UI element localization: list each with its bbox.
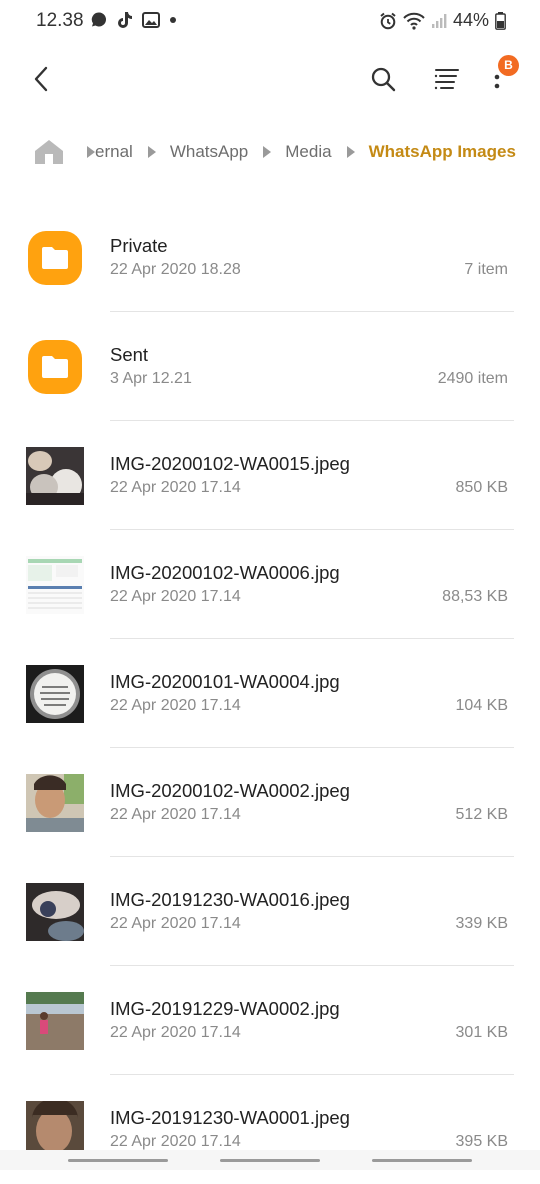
file-row[interactable]: IMG-20200102-WA0006.jpg 22 Apr 2020 17.1… bbox=[0, 530, 540, 639]
home-button[interactable] bbox=[220, 1159, 320, 1162]
battery-icon bbox=[495, 11, 506, 30]
image-thumbnail bbox=[26, 665, 84, 723]
dot-icon bbox=[170, 17, 176, 23]
breadcrumb-item-current: WhatsApp Images bbox=[368, 142, 516, 161]
file-date: 22 Apr 2020 17.14 bbox=[110, 588, 241, 605]
breadcrumb-item-whatsapp[interactable]: WhatsApp bbox=[170, 142, 248, 162]
signal-icon bbox=[431, 13, 447, 28]
file-date: 22 Apr 2020 17.14 bbox=[110, 697, 241, 714]
file-name: Private bbox=[110, 235, 168, 256]
recents-button[interactable] bbox=[68, 1159, 168, 1162]
image-thumbnail bbox=[26, 992, 84, 1050]
image-thumbnail bbox=[26, 447, 84, 505]
file-size: 2490 item bbox=[437, 370, 508, 387]
file-date: 22 Apr 2020 17.14 bbox=[110, 915, 241, 932]
file-name: IMG-20191229-WA0002.jpg bbox=[110, 998, 340, 1019]
image-thumbnail bbox=[26, 774, 84, 832]
search-icon bbox=[371, 67, 396, 92]
battery-percent: 44% bbox=[452, 10, 489, 30]
image-thumbnail bbox=[26, 883, 84, 941]
breadcrumb-separator-icon bbox=[147, 146, 156, 158]
file-date: 22 Apr 2020 17.14 bbox=[110, 479, 241, 496]
file-name: IMG-20200101-WA0004.jpg bbox=[110, 671, 340, 692]
folder-icon bbox=[26, 338, 84, 396]
file-size: 7 item bbox=[464, 261, 508, 278]
file-size: 88,53 KB bbox=[442, 588, 508, 605]
sort-list-icon bbox=[434, 69, 459, 90]
file-row[interactable]: IMG-20200102-WA0015.jpeg 22 Apr 2020 17.… bbox=[0, 421, 540, 530]
file-size: 850 KB bbox=[455, 479, 508, 496]
file-size: 339 KB bbox=[455, 915, 508, 932]
file-name: IMG-20200102-WA0002.jpeg bbox=[110, 780, 350, 801]
breadcrumb-item-internal[interactable]: ernal bbox=[95, 142, 133, 162]
file-size: 104 KB bbox=[455, 697, 508, 714]
notification-icons bbox=[90, 11, 177, 29]
account-badge: B bbox=[498, 55, 519, 76]
file-row[interactable]: IMG-20191229-WA0002.jpg 22 Apr 2020 17.1… bbox=[0, 966, 540, 1075]
breadcrumb-item-media[interactable]: Media bbox=[285, 142, 331, 162]
breadcrumb-separator-icon bbox=[346, 146, 355, 158]
back-button[interactable] bbox=[24, 62, 58, 96]
gallery-icon bbox=[142, 12, 160, 28]
wifi-icon bbox=[403, 12, 425, 30]
search-button[interactable] bbox=[366, 62, 400, 96]
back-nav-button[interactable] bbox=[372, 1159, 472, 1162]
file-name: IMG-20191230-WA0001.jpeg bbox=[110, 1107, 350, 1128]
file-date: 22 Apr 2020 17.14 bbox=[110, 1133, 241, 1150]
file-name: IMG-20200102-WA0015.jpeg bbox=[110, 453, 350, 474]
file-name: Sent bbox=[110, 344, 149, 365]
file-date: 22 Apr 2020 18.28 bbox=[110, 261, 241, 278]
folder-row-private[interactable]: Private 22 Apr 2020 18.28 7 item bbox=[0, 203, 540, 312]
file-size: 512 KB bbox=[455, 806, 508, 823]
file-size: 301 KB bbox=[455, 1024, 508, 1041]
file-row[interactable]: IMG-20191230-WA0016.jpeg 22 Apr 2020 17.… bbox=[0, 857, 540, 966]
folder-icon bbox=[26, 229, 84, 287]
file-row[interactable]: IMG-20200102-WA0002.jpeg 22 Apr 2020 17.… bbox=[0, 748, 540, 857]
file-name: IMG-20200102-WA0006.jpg bbox=[110, 562, 340, 583]
breadcrumb-separator-icon bbox=[86, 146, 95, 158]
file-row[interactable]: IMG-20200101-WA0004.jpg 22 Apr 2020 17.1… bbox=[0, 639, 540, 748]
status-time: 12.38 bbox=[36, 10, 84, 31]
file-date: 3 Apr 12.21 bbox=[110, 370, 192, 387]
file-date: 22 Apr 2020 17.14 bbox=[110, 1024, 241, 1041]
folder-row-sent[interactable]: Sent 3 Apr 12.21 2490 item bbox=[0, 312, 540, 421]
top-app-bar bbox=[0, 50, 540, 108]
status-bar: 12.38 44% bbox=[0, 0, 540, 44]
image-thumbnail bbox=[26, 556, 84, 614]
file-size: 395 KB bbox=[455, 1133, 508, 1150]
chat-bubble-icon bbox=[91, 12, 107, 27]
breadcrumb: ernal WhatsApp Media WhatsApp Images bbox=[32, 134, 516, 170]
system-status: 44% bbox=[379, 10, 506, 31]
sort-button[interactable] bbox=[430, 62, 464, 96]
home-icon bbox=[35, 140, 63, 164]
breadcrumb-home[interactable] bbox=[32, 136, 66, 168]
file-date: 22 Apr 2020 17.14 bbox=[110, 806, 241, 823]
navigation-bar bbox=[0, 1150, 540, 1170]
file-list: Private 22 Apr 2020 18.28 7 item Sent 3 … bbox=[0, 203, 540, 1184]
chevron-left-icon bbox=[34, 66, 48, 92]
file-name: IMG-20191230-WA0016.jpeg bbox=[110, 889, 350, 910]
tiktok-icon bbox=[118, 12, 132, 28]
breadcrumb-separator-icon bbox=[262, 146, 272, 158]
alarm-icon bbox=[380, 12, 396, 29]
